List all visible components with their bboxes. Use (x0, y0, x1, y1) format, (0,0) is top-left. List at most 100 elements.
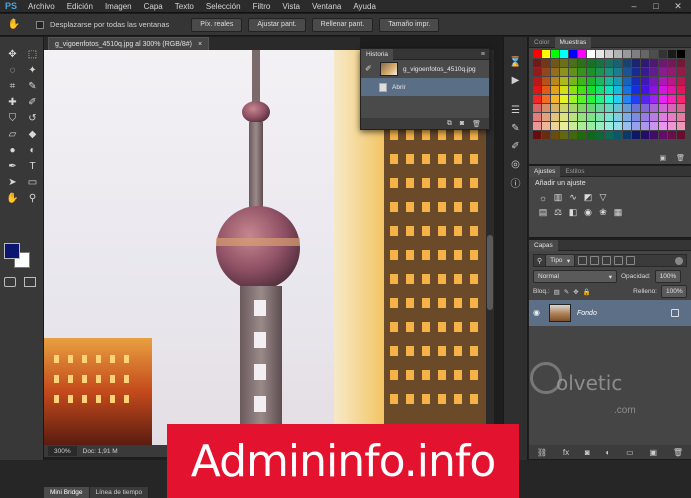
color-swatch[interactable] (587, 59, 595, 67)
color-swatch[interactable] (668, 77, 676, 85)
menu-imagen[interactable]: Imagen (99, 2, 138, 11)
lock-transparency-icon[interactable]: ▨ (554, 288, 560, 296)
color-swatch[interactable] (605, 104, 613, 112)
quick-mask-icon[interactable] (4, 277, 16, 287)
color-swatch[interactable] (533, 104, 541, 112)
color-swatch[interactable] (659, 131, 667, 139)
tab-color[interactable]: Color (529, 37, 555, 48)
color-swatch[interactable] (533, 68, 541, 76)
zoom-tool-icon[interactable]: ⚲ (23, 191, 42, 206)
color-swatch[interactable] (542, 77, 550, 85)
group-icon[interactable]: ▭ (626, 448, 634, 457)
close-button[interactable]: ✕ (667, 0, 689, 12)
history-brush-tool-icon[interactable]: ↺ (23, 111, 42, 126)
color-swatch[interactable] (605, 77, 613, 85)
color-swatch[interactable] (650, 95, 658, 103)
lock-pixels-icon[interactable]: ✎ (564, 288, 569, 296)
trash-icon[interactable]: 🗑 (673, 448, 683, 457)
color-swatch[interactable] (551, 131, 559, 139)
maximize-button[interactable]: □ (645, 0, 667, 12)
blur-tool-icon[interactable]: ● (3, 143, 22, 158)
color-swatch[interactable] (533, 122, 541, 130)
color-swatch[interactable] (560, 86, 568, 94)
color-swatch[interactable] (569, 131, 577, 139)
camera-icon[interactable]: ◙ (460, 120, 464, 127)
brush-panel-icon[interactable]: ✐ (504, 137, 527, 155)
color-swatch[interactable] (551, 77, 559, 85)
color-swatch[interactable] (542, 95, 550, 103)
color-swatch[interactable] (578, 131, 586, 139)
actual-pixels-button[interactable]: Píx. reales (191, 17, 243, 32)
close-tab-icon[interactable]: × (198, 41, 202, 48)
fill-screen-button[interactable]: Rellenar pant. (311, 17, 374, 32)
filter-toggle[interactable] (675, 256, 683, 265)
color-swatch[interactable] (614, 122, 622, 130)
color-swatch[interactable] (605, 86, 613, 94)
color-swatch[interactable] (533, 95, 541, 103)
color-swatch[interactable] (668, 122, 676, 130)
color-swatch[interactable] (677, 122, 685, 130)
history-step-open[interactable]: Abrir (361, 78, 489, 96)
color-swatch[interactable] (614, 104, 622, 112)
color-swatch[interactable] (632, 113, 640, 121)
color-swatch[interactable] (659, 68, 667, 76)
lasso-tool-icon[interactable]: ◌ (3, 63, 22, 78)
color-swatch[interactable] (587, 77, 595, 85)
hue-icon[interactable]: ▤ (537, 207, 549, 218)
fit-screen-button[interactable]: Ajustar pant. (248, 17, 306, 32)
color-swatch[interactable] (623, 104, 631, 112)
color-swatch[interactable] (605, 122, 613, 130)
color-swatch[interactable] (668, 104, 676, 112)
link-layers-icon[interactable]: ⛓ (537, 448, 547, 457)
magic-wand-tool-icon[interactable]: ✦ (23, 63, 42, 78)
color-swatch[interactable] (623, 122, 631, 130)
actions-panel-icon[interactable]: ▶ (504, 71, 527, 89)
new-document-from-state-icon[interactable]: ⧉ (447, 120, 452, 128)
color-swatch[interactable] (641, 86, 649, 94)
history-brush-source-icon[interactable]: ✐ (365, 64, 375, 74)
color-swatch[interactable] (632, 86, 640, 94)
layer-row-fondo[interactable]: ◉ Fondo (529, 300, 691, 326)
document-size[interactable]: Doc: 1,91 M (83, 448, 118, 455)
color-swatch[interactable] (533, 50, 541, 58)
color-swatch[interactable] (542, 59, 550, 67)
color-swatch[interactable] (542, 86, 550, 94)
color-swatch[interactable] (677, 86, 685, 94)
scroll-all-checkbox[interactable] (36, 20, 44, 29)
lock-position-icon[interactable]: ✥ (573, 288, 578, 296)
color-swatch[interactable] (578, 59, 586, 67)
color-swatch[interactable] (677, 95, 685, 103)
color-swatch[interactable] (650, 122, 658, 130)
color-swatch[interactable] (569, 50, 577, 58)
color-swatch[interactable] (677, 113, 685, 121)
color-swatch[interactable] (650, 50, 658, 58)
tab-styles[interactable]: Estilos (560, 166, 589, 177)
new-layer-icon[interactable]: ▣ (650, 448, 658, 457)
minimize-button[interactable]: – (623, 0, 645, 12)
color-swatch[interactable] (551, 86, 559, 94)
foreground-color-swatch[interactable] (4, 243, 20, 259)
color-swatch[interactable] (614, 50, 622, 58)
curves-icon[interactable]: ∿ (567, 192, 579, 203)
menu-filtro[interactable]: Filtro (247, 2, 277, 11)
color-swatch[interactable] (677, 59, 685, 67)
color-swatch[interactable] (569, 113, 577, 121)
balance-icon[interactable]: ⚖ (552, 207, 564, 218)
color-swatch[interactable] (605, 50, 613, 58)
color-swatch[interactable] (569, 59, 577, 67)
history-snapshot[interactable]: ✐ g_vigoenfotos_4510q.jpg (361, 60, 489, 78)
menu-edicion[interactable]: Edición (61, 2, 99, 11)
color-swatch[interactable] (614, 86, 622, 94)
eye-icon[interactable]: ◉ (533, 309, 543, 317)
eraser-tool-icon[interactable]: ▱ (3, 127, 22, 142)
color-swatch[interactable] (668, 68, 676, 76)
menu-ayuda[interactable]: Ayuda (347, 2, 382, 11)
color-swatch[interactable] (542, 104, 550, 112)
color-swatch[interactable] (596, 131, 604, 139)
fill-input[interactable]: 100% (661, 285, 687, 298)
color-swatch[interactable] (632, 122, 640, 130)
history-panel-icon[interactable]: ⌛ (504, 53, 527, 71)
color-swatch[interactable] (641, 50, 649, 58)
color-swatch[interactable] (587, 104, 595, 112)
color-swatch[interactable] (659, 86, 667, 94)
